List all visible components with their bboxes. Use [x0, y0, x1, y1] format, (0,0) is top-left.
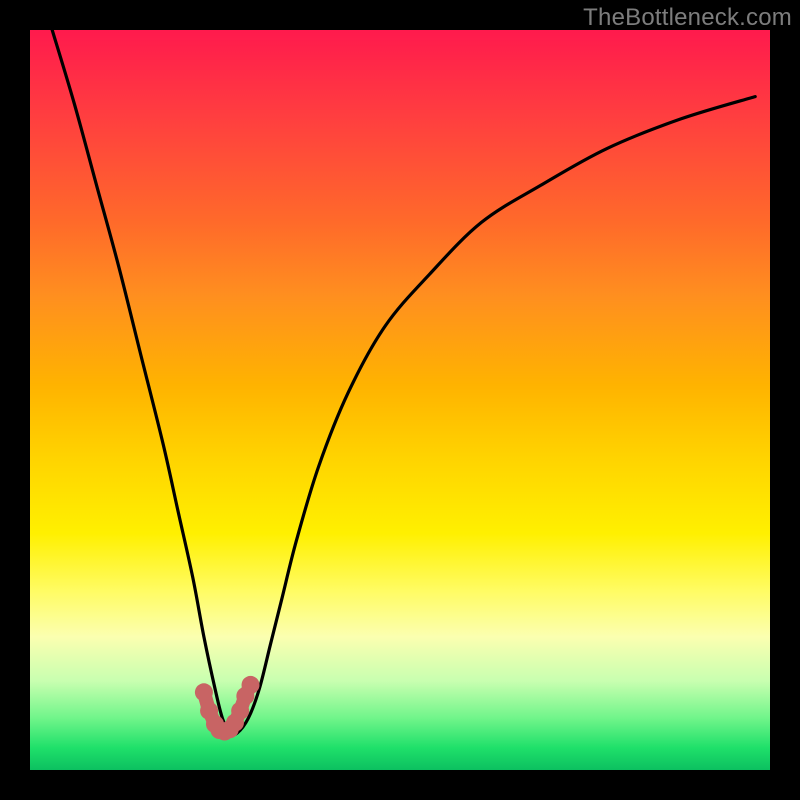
watermark-text: TheBottleneck.com: [583, 4, 792, 32]
optimal-marker-dots: [195, 676, 260, 741]
bottleneck-curve-path: [52, 30, 755, 735]
optimal-marker-dot: [195, 683, 213, 701]
plot-area: [30, 30, 770, 770]
chart-svg: [30, 30, 770, 770]
optimal-marker-dot: [242, 676, 260, 694]
chart-frame: TheBottleneck.com: [0, 0, 800, 800]
